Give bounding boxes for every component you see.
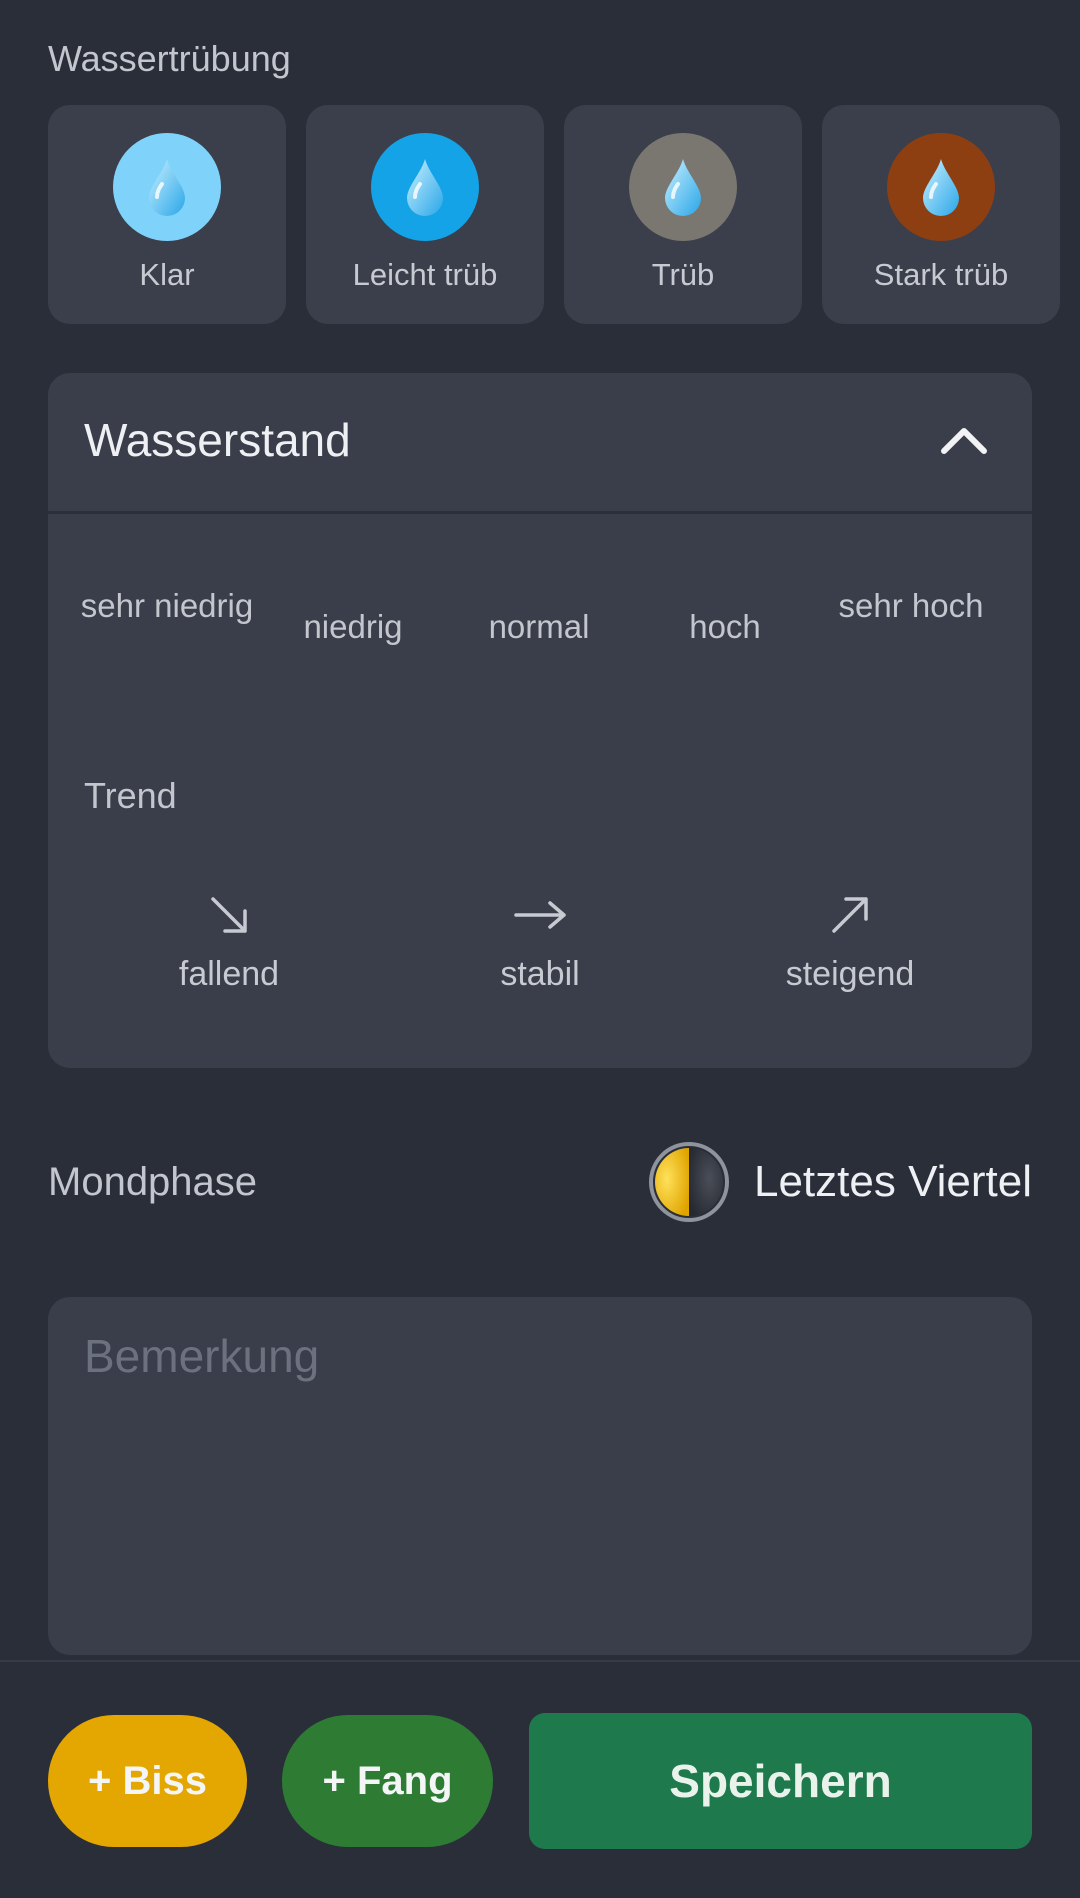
add-biss-button[interactable]: + Biss: [48, 1715, 247, 1847]
turbidity-option-stark-trueb[interactable]: Stark trüb: [822, 105, 1060, 324]
moon-phase-text: Letztes Viertel: [753, 1157, 1032, 1206]
turbidity-option-klar[interactable]: Klar: [48, 105, 286, 324]
water-drop-icon: [407, 159, 443, 216]
arrow-right-icon: [514, 901, 566, 929]
trend-option-steigend[interactable]: steigend: [730, 885, 970, 994]
bottom-action-bar: + Biss + Fang Speichern: [0, 1660, 1080, 1898]
turbidity-option-label: Trüb: [651, 257, 715, 292]
water-drop-icon: [923, 159, 959, 216]
turbidity-option-label: Leicht trüb: [352, 257, 498, 292]
level-option-sehr-hoch[interactable]: sehr hoch: [818, 585, 1004, 627]
save-button[interactable]: Speichern: [529, 1713, 1032, 1849]
turbidity-option-trueb[interactable]: Trüb: [564, 105, 802, 324]
level-option-normal[interactable]: normal: [446, 606, 632, 648]
turbidity-option-leicht-trueb[interactable]: Leicht trüb: [306, 105, 544, 324]
trend-option-label: steigend: [785, 955, 915, 993]
turbidity-option-label: Stark trüb: [873, 257, 1009, 292]
water-drop-icon: [665, 159, 701, 216]
water-drop-badge: [113, 133, 221, 241]
level-option-hoch[interactable]: hoch: [632, 606, 818, 648]
trend-option-fallend[interactable]: fallend: [109, 885, 349, 994]
form-scroll-area[interactable]: Wassertrübung Klar Leicht trüb Trüb Star…: [0, 0, 1080, 1660]
water-level-title: Wasserstand: [84, 414, 351, 466]
remark-input[interactable]: [48, 1297, 1032, 1655]
arrow-up-right-icon: [832, 897, 868, 933]
last-quarter-moon-icon: [648, 1142, 729, 1222]
water-drop-badge: [629, 133, 737, 241]
trend-label: Trend: [84, 775, 177, 816]
trend-option-stabil[interactable]: stabil: [420, 885, 660, 994]
water-level-header[interactable]: Wasserstand: [48, 373, 1032, 514]
remark-box: [48, 1297, 1032, 1655]
water-drop-icon: [149, 159, 185, 216]
trend-option-label: stabil: [500, 955, 580, 993]
moon-phase-value: Letztes Viertel: [648, 1140, 1032, 1224]
turbidity-option-label: Klar: [139, 257, 195, 292]
moon-phase-label: Mondphase: [48, 1160, 258, 1204]
arrow-down-right-icon: [211, 897, 247, 933]
trend-option-label: fallend: [178, 955, 280, 993]
level-option-sehr-niedrig[interactable]: sehr niedrig: [74, 585, 260, 627]
water-level-card: Wasserstand sehr niedrig niedrig normal …: [48, 373, 1032, 1068]
water-drop-badge: [371, 133, 479, 241]
turbidity-label: Wassertrübung: [48, 38, 291, 79]
add-fang-button[interactable]: + Fang: [282, 1715, 493, 1847]
water-drop-badge: [887, 133, 995, 241]
turbidity-options: Klar Leicht trüb Trüb Stark trüb: [48, 105, 1060, 324]
chevron-up-icon[interactable]: [934, 411, 994, 471]
level-option-niedrig[interactable]: niedrig: [260, 606, 446, 648]
